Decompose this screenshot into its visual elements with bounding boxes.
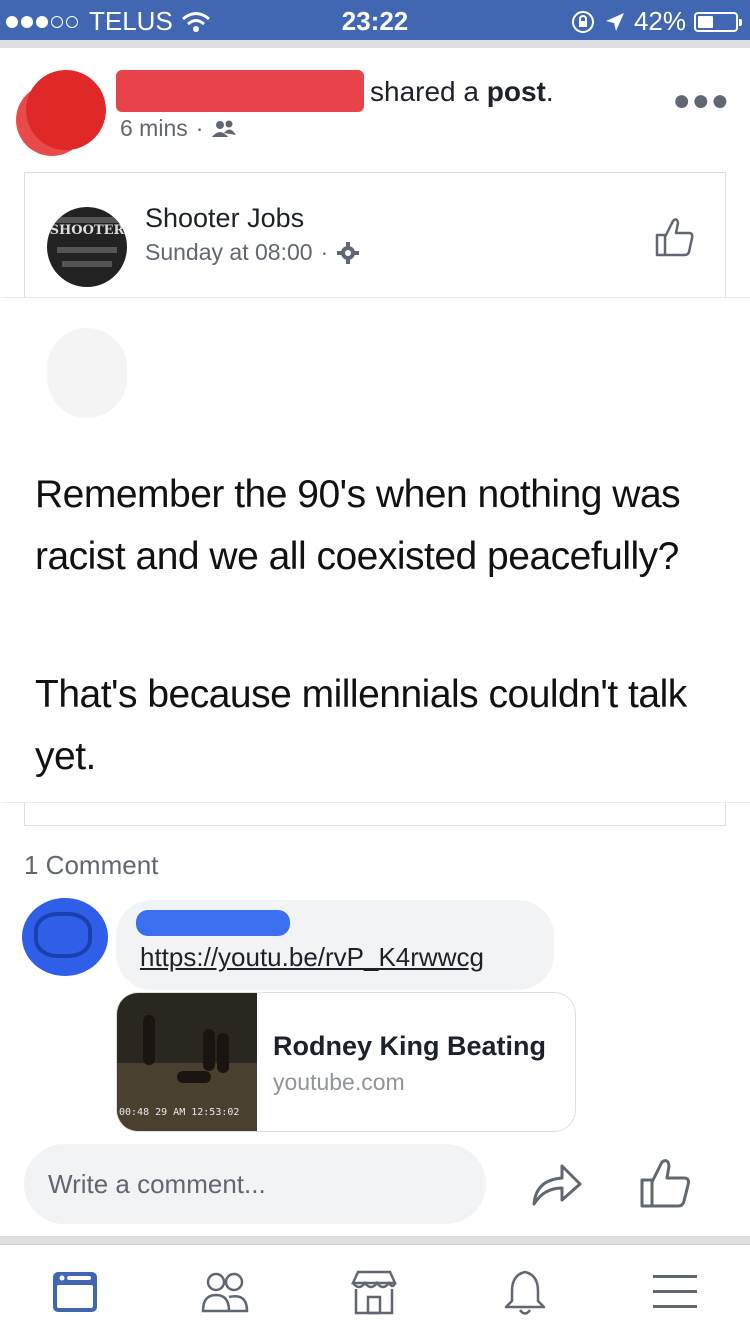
page-name[interactable]: Shooter Jobs — [145, 203, 304, 234]
comment-input[interactable] — [48, 1164, 458, 1204]
preview-domain: youtube.com — [273, 1069, 405, 1095]
faded-avatar — [47, 328, 127, 418]
meme-text-1: Remember the 90's when nothing was racis… — [35, 473, 681, 578]
battery-icon — [694, 11, 742, 32]
video-thumbnail[interactable]: 00:48 29 AM 12:53:02 — [117, 993, 257, 1131]
meme-image[interactable]: Remember the 90's when nothing was racis… — [1, 297, 750, 803]
post-link[interactable]: post — [487, 76, 546, 107]
link-preview-card[interactable]: 00:48 29 AM 12:53:02 Rodney King Beating… — [116, 992, 576, 1132]
commenter-avatar-redacted[interactable] — [22, 898, 108, 976]
gear-icon — [337, 241, 360, 264]
notifications-icon[interactable] — [500, 1267, 550, 1317]
video-timecode: 00:48 29 AM 12:53:02 — [119, 1107, 240, 1118]
rotation-lock-icon — [571, 10, 594, 33]
shared-post-card[interactable]: SHOOTER Shooter Jobs Sunday at 08:00 · R… — [1, 172, 750, 826]
like-page-icon[interactable] — [651, 213, 699, 261]
shared-post-header: SHOOTER Shooter Jobs Sunday at 08:00 · — [25, 173, 725, 297]
post-time[interactable]: 6 mins — [120, 115, 188, 142]
battery-percent: 42% — [633, 6, 686, 36]
page-post-meta: Sunday at 08:00 · — [145, 239, 360, 266]
comment-link[interactable]: https://youtu.be/rvP_K4rwwcg — [140, 942, 484, 973]
status-bar: TELUS 23:22 42% — [0, 0, 750, 40]
like-icon[interactable] — [638, 1156, 694, 1210]
top-divider — [0, 40, 750, 48]
shared-action-text: shared a post. — [370, 76, 554, 107]
bottom-nav — [0, 1244, 750, 1334]
bottom-divider — [0, 1236, 750, 1244]
news-feed-icon[interactable] — [50, 1267, 100, 1317]
comment-count[interactable]: 1 Comment — [24, 850, 158, 881]
marketplace-icon[interactable] — [349, 1267, 399, 1317]
comment-bubble[interactable]: https://youtu.be/rvP_K4rwwcg — [116, 900, 554, 990]
post-meta: 6 mins · — [120, 115, 237, 142]
friends-icon[interactable] — [200, 1267, 250, 1317]
commenter-name-redacted[interactable] — [136, 910, 290, 936]
menu-icon[interactable] — [650, 1267, 700, 1317]
sharer-avatar-redacted[interactable] — [26, 70, 106, 150]
status-right-group: 42% — [570, 6, 742, 37]
share-icon[interactable] — [530, 1158, 584, 1210]
location-arrow-icon — [605, 12, 624, 31]
page-avatar[interactable]: SHOOTER — [47, 207, 127, 287]
comment-composer[interactable] — [24, 1144, 486, 1224]
meme-text-2: That's because millennials couldn't talk… — [35, 673, 687, 778]
page-post-time[interactable]: Sunday at 08:00 — [145, 239, 313, 266]
more-options-icon[interactable]: ●●● — [673, 84, 730, 118]
friends-icon — [212, 120, 237, 137]
sharer-name-redacted[interactable] — [116, 70, 364, 112]
preview-title[interactable]: Rodney King Beating — [273, 1031, 546, 1062]
